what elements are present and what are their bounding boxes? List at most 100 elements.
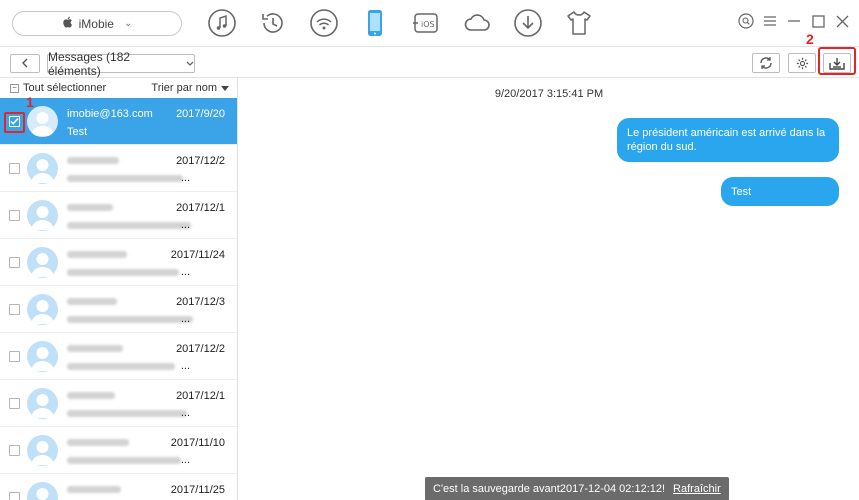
ios-label: iOS [421,20,435,29]
avatar [27,200,58,231]
sort-label: Trier par nom [151,82,217,94]
nav-history[interactable] [256,6,290,40]
avatar [27,106,58,137]
avatar [27,435,58,466]
export-highlight-box [818,47,856,75]
apple-icon [62,16,73,31]
nav-shirt[interactable] [562,6,596,40]
conversation-row[interactable]: ... 2017/12/3 [0,286,237,333]
cloud-icon [464,14,490,31]
message-preview-blurred [67,455,181,467]
row-checkbox[interactable] [9,257,20,268]
device-selector[interactable]: iMobie ⌄ [12,11,182,36]
contact-name: imobie@163.com [67,108,153,120]
refresh-link[interactable]: Rafraîchir [673,483,721,495]
preview-ellipsis: ... [180,454,190,466]
chevron-left-icon [21,57,29,71]
close-icon[interactable] [833,12,851,30]
message-pane: 9/20/2017 3:15:41 PM Le président améric… [239,78,859,500]
select-all[interactable]: − Tout sélectionner [10,82,106,94]
row-date: 2017/12/1 [176,202,225,214]
conversation-row[interactable]: ... 2017/12/2 [0,333,237,380]
row-date: 2017/12/1 [176,390,225,402]
refresh-icon [760,57,772,69]
window-controls [737,12,851,30]
message-timestamp: 9/20/2017 3:15:41 PM [494,88,604,100]
conversation-row[interactable]: ... 2017/11/10 [0,427,237,474]
search-icon[interactable] [737,12,755,30]
message-bubble: Test [721,177,839,206]
preview-ellipsis: ... [180,266,190,278]
message-preview-blurred [67,361,175,373]
message-preview-blurred [67,267,179,279]
category-dropdown[interactable]: Messages (182 éléments) [47,50,195,78]
nav-download[interactable] [511,6,545,40]
message-preview-blurred [67,314,193,326]
row-date: 2017/11/25 [170,484,225,496]
row-checkbox[interactable] [9,351,20,362]
contact-name-blurred [67,343,123,355]
contact-name-blurred [67,296,117,308]
conversation-row[interactable]: ... 2017/12/1 [0,192,237,239]
checkbox-highlight-box [4,112,25,133]
nav-phone[interactable] [358,6,392,40]
maximize-icon[interactable] [809,12,827,30]
menu-icon[interactable] [761,12,779,30]
toast-text: C'est la sauvegarde avant2017-12-04 02:1… [433,483,666,495]
row-date: 2017/11/10 [170,437,225,449]
step-1-label: 1 [26,94,34,110]
conversation-row[interactable]: imobie@163.com Test 2017/9/20 [0,98,237,145]
preview-ellipsis: ... [180,219,190,231]
back-button[interactable] [10,54,40,73]
avatar [27,341,58,372]
contact-name-blurred [67,437,129,449]
row-checkbox[interactable] [9,163,20,174]
row-date: 2017/12/2 [176,343,225,355]
row-checkbox[interactable] [9,492,20,500]
preview-ellipsis: ... [180,172,190,184]
main-nav: iOS [205,6,596,40]
contact-name-blurred [67,249,127,261]
ios-icon: iOS [413,13,438,33]
row-date: 2017/12/2 [176,155,225,167]
toolbar: Messages (182 éléments) [0,46,859,78]
conversation-row[interactable]: ... 2017/12/2 [0,145,237,192]
backup-toast: C'est la sauvegarde avant2017-12-04 02:1… [425,477,729,500]
row-checkbox[interactable] [9,304,20,315]
nav-ios[interactable]: iOS [409,6,443,40]
row-checkbox[interactable] [9,398,20,409]
message-bubble: Le président américain est arrivé dans l… [617,118,839,162]
phone-icon [368,10,382,36]
avatar [27,482,58,500]
sort-dropdown[interactable]: Trier par nom [151,82,229,94]
device-name: iMobie [78,16,114,31]
history-icon [262,13,283,33]
refresh-button[interactable] [752,53,780,73]
conversation-row[interactable]: ... 2017/11/24 [0,239,237,286]
wifi-icon [310,9,338,37]
top-bar: iMobie ⌄ iOS [0,0,859,46]
avatar [27,153,58,184]
settings-button[interactable] [788,53,816,73]
contact-name-blurred [67,484,121,496]
avatar [27,388,58,419]
select-all-checkbox[interactable]: − [10,83,19,93]
conversation-list: − Tout sélectionner Trier par nom imobie… [0,78,238,500]
minimize-icon[interactable] [785,12,803,30]
conversation-row[interactable]: ... 2017/12/1 [0,380,237,427]
download-icon [514,9,542,37]
nav-wifi[interactable] [307,6,341,40]
preview-ellipsis: ... [180,360,190,372]
message-preview: Test [67,126,88,138]
conversation-row[interactable]: ...2017/11/25 [0,474,237,500]
nav-music[interactable] [205,6,239,40]
contact-name-blurred [67,202,113,214]
row-checkbox[interactable] [9,210,20,221]
conversation-rows: imobie@163.com Test 2017/9/20... 2017/12/2.… [0,98,237,500]
preview-ellipsis: ... [180,407,190,419]
row-checkbox[interactable] [9,445,20,456]
chevron-down-icon [186,59,194,69]
select-all-label: Tout sélectionner [23,82,107,94]
app-window: iMobie ⌄ iOS Messages (182 éléments) 2 −… [0,0,859,500]
nav-cloud[interactable] [460,6,494,40]
